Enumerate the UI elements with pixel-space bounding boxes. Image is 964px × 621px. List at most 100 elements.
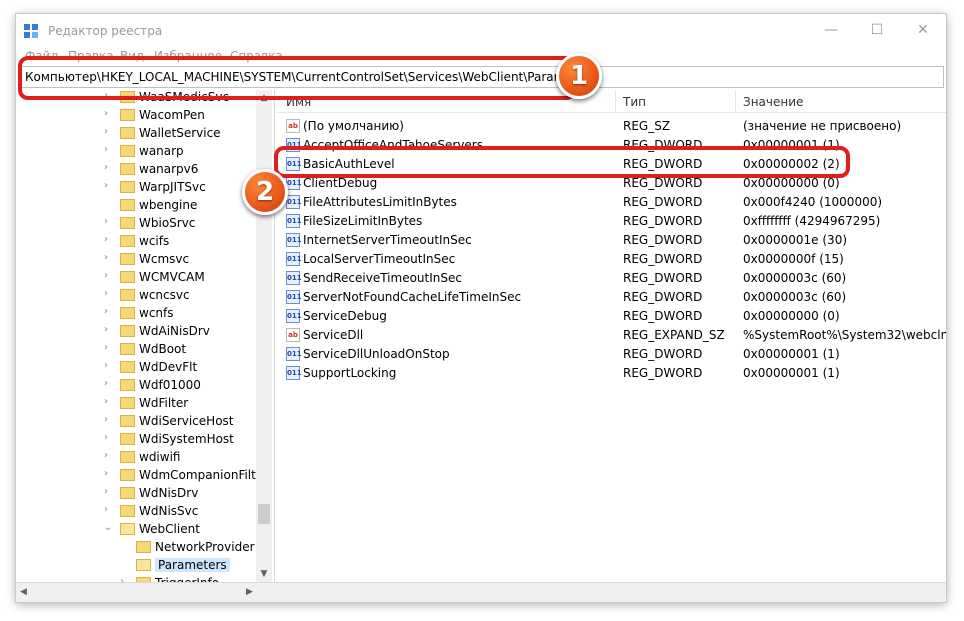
minimize-button[interactable]: —	[808, 14, 854, 46]
chevron-right-icon[interactable]: ›	[104, 342, 114, 354]
tree-item[interactable]: › WbioSrvc	[16, 214, 256, 232]
value-data: 0x00000000 (0)	[743, 309, 840, 323]
folder-icon	[120, 361, 135, 373]
scroll-right-icon[interactable]: ▶	[246, 587, 253, 597]
tree-item[interactable]: › wdiwifi	[16, 448, 256, 466]
tree-item[interactable]: › WdmCompanionFilter	[16, 466, 268, 484]
chevron-right-icon[interactable]: ›	[104, 360, 114, 372]
tree-item[interactable]: › WarpJITSvc	[16, 178, 256, 196]
tree-item[interactable]: › WalletService	[16, 124, 256, 142]
tree-item[interactable]: ›TriggerInfo	[16, 574, 256, 582]
tree-item[interactable]: wbengine	[16, 196, 256, 214]
value-name: ServerNotFoundCacheLifeTimeInSec	[303, 290, 522, 304]
chevron-right-icon[interactable]: ›	[104, 288, 114, 300]
chevron-right-icon[interactable]: ›	[104, 324, 114, 336]
chevron-right-icon[interactable]: ›	[104, 414, 114, 426]
value-row[interactable]: 011 ServiceDebug REG_DWORD 0x00000000 (0)	[277, 307, 946, 326]
value-row[interactable]: 011 InternetServerTimeoutInSec REG_DWORD 0x…	[277, 231, 946, 250]
column-divider[interactable]	[735, 90, 736, 112]
folder-icon	[136, 541, 151, 553]
chevron-right-icon[interactable]: ›	[104, 234, 114, 246]
column-type[interactable]: Тип	[623, 95, 646, 109]
value-name: SendReceiveTimeoutInSec	[303, 271, 462, 285]
tree-item[interactable]: › wcnfs	[16, 304, 256, 322]
value-type: REG_DWORD	[623, 366, 703, 380]
value-row[interactable]: 011 SupportLocking REG_DWORD 0x00000001 (1)	[277, 364, 946, 383]
value-name: ClientDebug	[303, 176, 378, 190]
tree-item[interactable]: › WdBoot	[16, 340, 256, 358]
tree-item-label: WdmCompanionFilter	[139, 468, 269, 482]
chevron-right-icon[interactable]: ›	[104, 216, 114, 228]
tree-item[interactable]: › wanarp	[16, 142, 256, 160]
column-value[interactable]: Значение	[743, 95, 803, 109]
folder-icon	[120, 379, 135, 391]
value-data: 0xffffffff (4294967295)	[743, 214, 881, 228]
chevron-right-icon[interactable]: ›	[104, 396, 114, 408]
tree-vertical-scrollbar[interactable]: ▲ ▼	[256, 90, 272, 582]
chevron-right-icon[interactable]: ›	[104, 270, 114, 282]
tree-item[interactable]: NetworkProvider	[16, 538, 256, 556]
value-row[interactable]: 011 ServerNotFoundCacheLifeTimeInSec REG_D…	[277, 288, 946, 307]
address-highlight	[18, 56, 576, 100]
value-type: REG_DWORD	[623, 214, 703, 228]
tree-item[interactable]: › WacomPen	[16, 106, 256, 124]
tree-item[interactable]: › WdNisDrv	[16, 484, 256, 502]
chevron-down-icon[interactable]: ⌄	[104, 522, 114, 534]
chevron-right-icon[interactable]: ›	[104, 180, 114, 192]
scroll-thumb[interactable]	[258, 504, 270, 524]
chevron-right-icon[interactable]: ›	[104, 504, 114, 516]
tree-item-label: wdiwifi	[139, 450, 181, 464]
tree-item[interactable]: › wcifs	[16, 232, 256, 250]
chevron-right-icon[interactable]: ›	[104, 108, 114, 120]
chevron-right-icon[interactable]: ›	[104, 378, 114, 390]
chevron-right-icon[interactable]: ›	[104, 126, 114, 138]
value-row[interactable]: ab (По умолчанию) REG_SZ (значение не присв…	[277, 117, 946, 136]
value-data: 0x000f4240 (1000000)	[743, 195, 883, 209]
chevron-right-icon[interactable]: ›	[104, 252, 114, 264]
chevron-right-icon[interactable]: ›	[104, 432, 114, 444]
value-type: REG_EXPAND_SZ	[623, 328, 725, 342]
registry-editor-window: Редактор реестра — ☐ ✕ Файл Правка Вид И…	[16, 14, 946, 602]
tree-item[interactable]: › WdNisSvc	[16, 502, 256, 520]
status-bar: ◀ ▶	[16, 582, 946, 602]
chevron-right-icon[interactable]: ›	[104, 306, 114, 318]
chevron-right-icon[interactable]: ›	[104, 468, 114, 480]
value-row[interactable]: 011 ServiceDllUnloadOnStop REG_DWORD 0x0000…	[277, 345, 946, 364]
value-row[interactable]: 011 FileAttributesLimitInBytes REG_DWORD 0x…	[277, 193, 946, 212]
binary-value-icon: 011	[286, 233, 302, 247]
tree-item[interactable]: › WdFilter	[16, 394, 256, 412]
tree-item-label: WebClient	[139, 522, 200, 536]
tree-item[interactable]: › WdDevFlt	[16, 358, 256, 376]
tree-item-label: wanarp	[139, 144, 184, 158]
chevron-right-icon[interactable]: ›	[104, 450, 114, 462]
scroll-down-icon[interactable]: ▼	[256, 566, 272, 582]
chevron-right-icon[interactable]: ›	[104, 486, 114, 498]
tree-item[interactable]: › wanarpv6	[16, 160, 256, 178]
tree-item-label: WCMVCAM	[139, 270, 205, 284]
tree-item[interactable]: Parameters	[16, 556, 256, 574]
tree-item[interactable]: › WdiSystemHost	[16, 430, 256, 448]
scroll-left-icon[interactable]: ◀	[20, 587, 27, 597]
folder-icon	[120, 325, 135, 337]
tree-item[interactable]: ⌄ WebClient	[16, 520, 256, 538]
chevron-right-icon[interactable]: ›	[104, 162, 114, 174]
tree-item[interactable]: › Wdf01000	[16, 376, 256, 394]
tree-item[interactable]: › Wcmsvc	[16, 250, 256, 268]
value-row[interactable]: 011 FileSizeLimitInBytes REG_DWORD 0xffffff…	[277, 212, 946, 231]
tree-item[interactable]: › WdiServiceHost	[16, 412, 256, 430]
binary-value-icon: 011	[286, 290, 302, 304]
value-row[interactable]: 011 LocalServerTimeoutInSec REG_DWORD 0x000…	[277, 250, 946, 269]
tree-item-label: Wcmsvc	[139, 252, 190, 266]
value-type: REG_DWORD	[623, 290, 703, 304]
tree-item[interactable]: › WCMVCAM	[16, 268, 256, 286]
value-row[interactable]: 011 SendReceiveTimeoutInSec REG_DWORD 0x000…	[277, 269, 946, 288]
value-row[interactable]: ab ServiceDll REG_EXPAND_SZ %SystemRoot%\Sy…	[277, 326, 946, 345]
tree-item-label: WdNisSvc	[139, 504, 199, 518]
value-name: LocalServerTimeoutInSec	[303, 252, 456, 266]
chevron-right-icon[interactable]: ›	[104, 144, 114, 156]
close-button[interactable]: ✕	[900, 14, 946, 46]
maximize-button[interactable]: ☐	[854, 14, 900, 46]
column-divider[interactable]	[615, 90, 616, 112]
tree-item[interactable]: › WdAiNisDrv	[16, 322, 256, 340]
tree-item[interactable]: › wcncsvc	[16, 286, 256, 304]
